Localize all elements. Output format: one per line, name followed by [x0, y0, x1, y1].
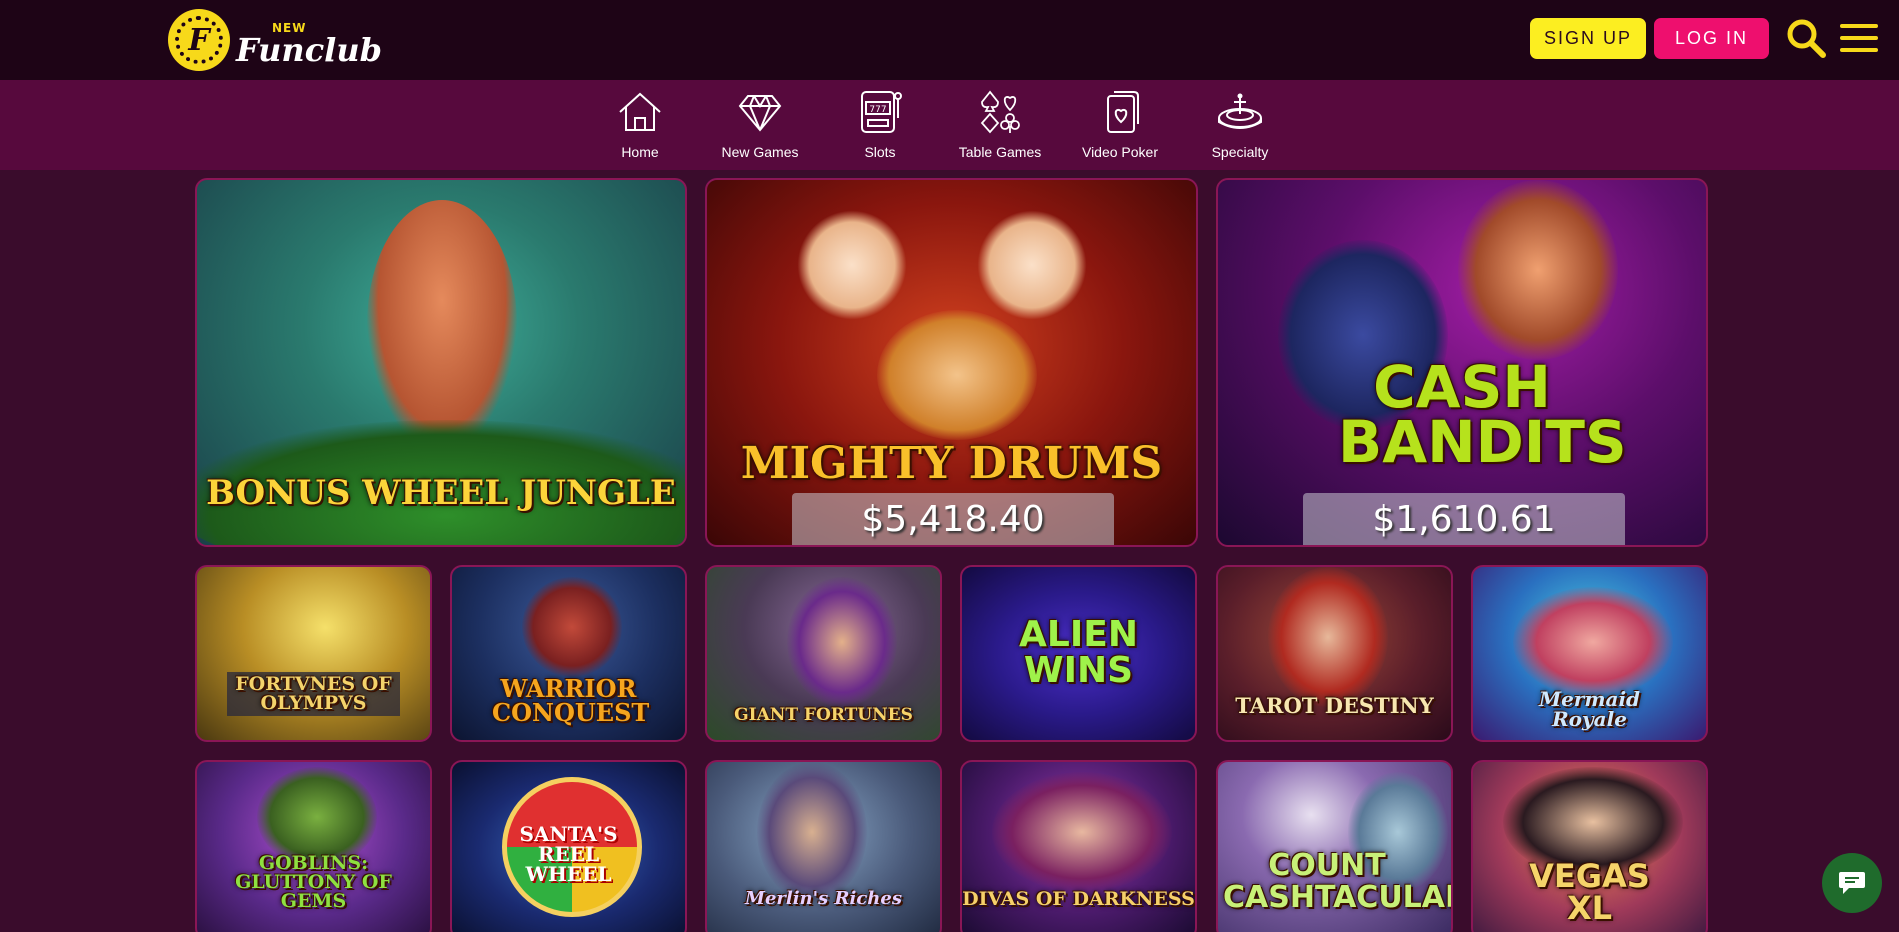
- game-art: [787, 577, 897, 707]
- game-title: VEGAS XL: [1529, 857, 1650, 927]
- home-icon: [619, 92, 661, 131]
- game-art: [1513, 587, 1673, 697]
- game-title: WARRIOR CONQUEST: [492, 674, 650, 727]
- hamburger-menu-icon[interactable]: [1840, 22, 1878, 54]
- category-label: Home: [621, 144, 659, 160]
- logo-coin-icon: F: [168, 9, 230, 71]
- logo-name: Funclub: [236, 31, 382, 69]
- game-title: GOBLINS: GLUTTONY OF GEMS: [235, 852, 392, 912]
- game-tile-cash-bandits[interactable]: CASH BANDITS $1,610.61: [1216, 178, 1708, 547]
- game-tile-bonus-wheel-jungle[interactable]: BONUS WHEEL JUNGLE: [195, 178, 687, 547]
- category-slots[interactable]: 777 Slots: [820, 88, 940, 168]
- game-art: [1268, 567, 1388, 707]
- game-tile-giant-fortunes[interactable]: GIANT FORTUNES: [705, 565, 942, 742]
- game-art: [757, 762, 867, 902]
- game-tile-count-cashtacular[interactable]: COUNT CASHTACULAR: [1216, 760, 1453, 932]
- top-header: F NEW Funclub SIGN UP LOG IN: [0, 0, 1899, 80]
- slot-machine-icon: 777: [861, 91, 902, 133]
- game-art: [522, 577, 622, 677]
- game-tile-mermaid-royale[interactable]: Mermaid Royale: [1471, 565, 1708, 742]
- category-home[interactable]: Home: [580, 88, 700, 168]
- funclub-logo[interactable]: F NEW Funclub: [168, 9, 382, 71]
- chat-bubble-icon: [1839, 872, 1865, 894]
- game-title: ALIEN WINS: [1019, 614, 1138, 691]
- playing-card-icon: [1107, 91, 1139, 133]
- game-tile-goblins-gluttony-of-gems[interactable]: GOBLINS: GLUTTONY OF GEMS: [195, 760, 432, 932]
- game-tile-warrior-conquest[interactable]: WARRIOR CONQUEST: [450, 565, 687, 742]
- game-art: [992, 772, 1172, 892]
- jackpot-amount: $5,418.40: [792, 493, 1114, 545]
- game-tile-tarot-destiny[interactable]: TAROT DESTINY: [1216, 565, 1453, 742]
- game-title: MIGHTY DRUMS: [740, 438, 1163, 489]
- game-tile-mighty-drums[interactable]: MIGHTY DRUMS $5,418.40: [705, 178, 1198, 547]
- category-label: New Games: [721, 144, 799, 160]
- category-new-games[interactable]: New Games: [700, 88, 820, 168]
- live-chat-button[interactable]: [1822, 853, 1882, 913]
- svg-text:777: 777: [869, 105, 886, 115]
- game-title: Mermaid Royale: [1538, 687, 1641, 731]
- game-tile-alien-wins[interactable]: ALIEN WINS: [960, 565, 1197, 742]
- game-art: [977, 210, 1087, 320]
- category-table-games[interactable]: Table Games: [940, 88, 1060, 168]
- search-icon[interactable]: [1786, 18, 1826, 58]
- game-tile-vegas-xl[interactable]: VEGAS XL: [1471, 760, 1708, 932]
- game-art: [367, 200, 517, 450]
- category-nav: Home New Games 777 Slots Table Games Vid…: [0, 80, 1899, 170]
- roulette-icon: [1218, 93, 1262, 129]
- game-title: TAROT DESTINY: [1235, 693, 1434, 718]
- game-title: CASH BANDITS: [1338, 353, 1627, 477]
- game-tile-divas-of-darkness[interactable]: DIVAS OF DARKNESS: [960, 760, 1197, 932]
- game-title: SANTA'S REEL WHEEL: [519, 822, 618, 886]
- diamond-icon: [738, 95, 782, 132]
- log-in-button[interactable]: LOG IN: [1654, 18, 1769, 59]
- game-title: BONUS WHEEL JUNGLE: [206, 473, 676, 513]
- game-title: GIANT FORTUNES: [734, 705, 913, 725]
- game-art: [1458, 180, 1618, 360]
- game-art: [877, 310, 1037, 440]
- category-label: Slots: [864, 144, 896, 160]
- game-tile-fortunes-of-olympus[interactable]: FORTVNES OF OLYMPVS: [195, 565, 432, 742]
- category-video-poker[interactable]: Video Poker: [1060, 88, 1180, 168]
- game-title: Merlin's Riches: [745, 888, 902, 909]
- category-label: Video Poker: [1081, 144, 1158, 160]
- card-suits-icon: [980, 90, 1020, 134]
- game-tile-santas-reel-wheel[interactable]: SANTA'S REEL WHEEL: [450, 760, 687, 932]
- game-tile-merlins-riches[interactable]: Merlin's Riches: [705, 760, 942, 932]
- logo-letter: F: [188, 22, 210, 58]
- category-specialty[interactable]: Specialty: [1180, 88, 1300, 168]
- game-title: COUNT CASHTACULAR: [1223, 848, 1453, 915]
- category-label: Specialty: [1211, 144, 1269, 160]
- category-label: Table Games: [958, 144, 1042, 160]
- sign-up-button[interactable]: SIGN UP: [1530, 18, 1646, 59]
- jackpot-amount: $1,610.61: [1303, 493, 1625, 545]
- game-title: FORTVNES OF OLYMPVS: [227, 672, 400, 716]
- game-art: [797, 210, 907, 320]
- game-title: DIVAS OF DARKNESS: [962, 888, 1195, 910]
